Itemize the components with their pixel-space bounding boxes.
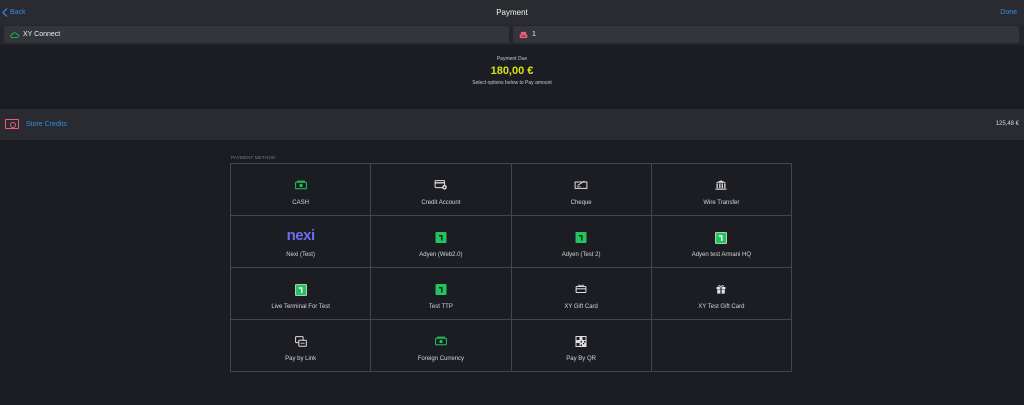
gift-icon [716, 285, 726, 294]
pay-link-icon [294, 336, 307, 347]
payment-method-label: XY Test Gift Card [698, 304, 745, 310]
status-bar: XY Connect 1 [0, 25, 1024, 45]
payment-method-wire-transfer[interactable]: Wire Transfer [651, 164, 792, 216]
gift-card-icon [575, 284, 587, 293]
payment-method-label: Wire Transfer [703, 200, 740, 206]
page-title: Payment [496, 8, 528, 17]
payment-method-label: Pay by Link [285, 356, 317, 362]
payment-method-grid: CASH Credit Account Cheque Wire Transfer… [230, 163, 792, 372]
payment-due-label: Payment Due [496, 56, 528, 62]
payment-method-live-terminal-test[interactable]: Live Terminal For Test [231, 268, 372, 320]
cloud-icon [10, 31, 19, 38]
store-credit-icon [5, 119, 19, 129]
payment-method-label: XY Gift Card [564, 304, 598, 310]
adyen-icon [435, 284, 447, 295]
payment-method-label: Adyen (Test 2) [561, 252, 601, 258]
empty-cell [651, 320, 792, 372]
credit-account-icon [434, 180, 447, 190]
done-button[interactable]: Done [1000, 9, 1017, 16]
adyen-icon [294, 284, 307, 296]
payment-method-label: Adyen test Armani HQ [691, 252, 752, 258]
foreign-currency-icon [434, 336, 447, 346]
adyen-icon [435, 232, 447, 243]
payment-method-label: Test TTP [428, 304, 453, 310]
nexi-logo: nexi [286, 227, 316, 244]
payment-method-label: CASH [292, 200, 309, 206]
payment-method-label: Pay By QR [566, 356, 596, 362]
connection-status[interactable]: XY Connect [4, 26, 509, 43]
payment-method-label: Adyen (Web2.0) [419, 252, 463, 258]
payment-method-cash[interactable]: CASH [231, 164, 372, 216]
store-credits-label[interactable]: Store Credits [26, 121, 67, 128]
bank-icon [715, 180, 727, 190]
payment-method-credit-account[interactable]: Credit Account [371, 164, 512, 216]
register-status[interactable]: 1 [513, 26, 1019, 43]
adyen-icon [575, 232, 587, 243]
payment-method-pay-by-link[interactable]: Pay by Link [231, 320, 372, 372]
payment-method-test-ttp[interactable]: Test TTP [371, 268, 512, 320]
connection-label: XY Connect [23, 31, 61, 38]
qr-code-icon [575, 336, 587, 347]
payment-due-amount: 180,00 € [490, 65, 534, 77]
register-value: 1 [532, 31, 536, 38]
payment-method-xy-test-gift-card[interactable]: XY Test Gift Card [651, 268, 792, 320]
adyen-icon [715, 232, 728, 244]
payment-method-label: Credit Account [421, 200, 461, 206]
payment-method-adyen-armani-hq[interactable]: Adyen test Armani HQ [651, 216, 792, 268]
payment-method-label: Foreign Currency [417, 356, 465, 362]
cheque-icon [574, 180, 588, 189]
store-credits-amount: 125,48 € [995, 121, 1019, 127]
payment-method-heading: PAYMENT METHOD [231, 155, 276, 160]
payment-method-label: Live Terminal For Test [271, 304, 330, 310]
cash-icon [294, 180, 307, 190]
payment-method-adyen-test-2[interactable]: Adyen (Test 2) [511, 216, 652, 268]
payment-due-instruction: Select options below to Pay amount [472, 80, 552, 86]
store-credits-row[interactable]: Store Credits 125,48 € [0, 109, 1024, 140]
navigation-bar: Back Payment Done [0, 0, 1024, 25]
payment-method-label: Cheque [570, 200, 592, 206]
payment-method-pay-by-qr[interactable]: Pay By QR [511, 320, 652, 372]
payment-method-nexi-test[interactable]: nexi Nexi (Test) [231, 216, 372, 268]
register-icon [519, 31, 528, 38]
payment-method-xy-gift-card[interactable]: XY Gift Card [511, 268, 652, 320]
payment-method-cheque[interactable]: Cheque [511, 164, 652, 216]
payment-method-foreign-currency[interactable]: Foreign Currency [371, 320, 512, 372]
payment-method-adyen-web2[interactable]: Adyen (Web2.0) [371, 216, 512, 268]
payment-due-section: Payment Due 180,00 € Select options belo… [0, 56, 1024, 86]
payment-method-label: Nexi (Test) [286, 252, 315, 258]
